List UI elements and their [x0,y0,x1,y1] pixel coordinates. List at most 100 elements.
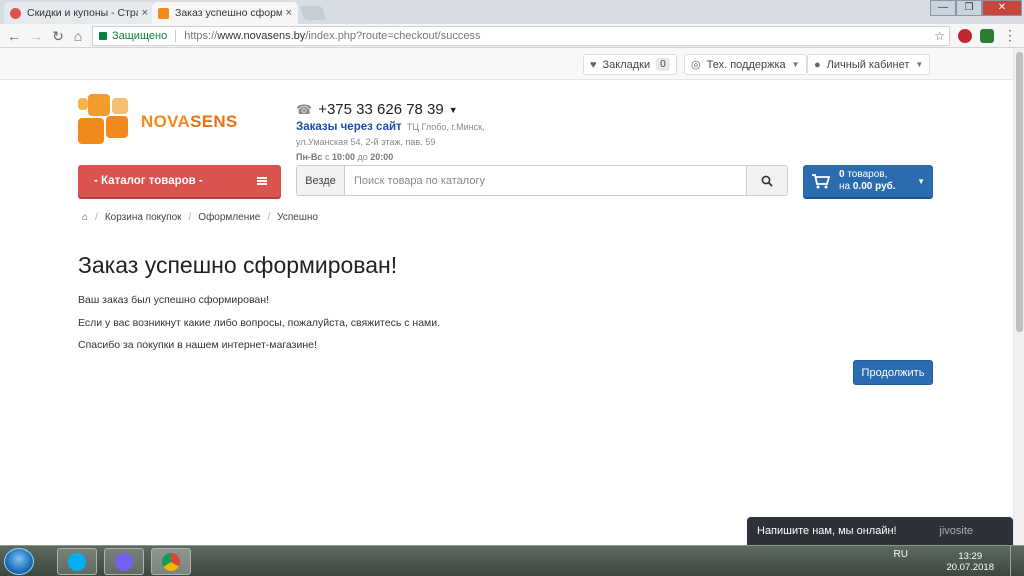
start-button[interactable] [4,548,34,575]
extension-icon[interactable] [980,29,994,43]
orders-online: Заказы через сайт ТЦ Глобо, г.Минск, [296,121,485,133]
pinterest-icon[interactable] [958,29,972,43]
continue-button[interactable]: Продолжить [853,360,933,385]
bookmarks-button[interactable]: ♥ Закладки 0 [583,54,677,75]
lock-icon [99,32,107,40]
phone-number: +375 33 626 78 39 [318,101,444,118]
cart-button[interactable]: 0 товаров, на 0.00 руб. ▼ [803,165,933,197]
logo-mark[interactable] [78,94,134,150]
home-icon[interactable]: ⌂ [82,212,88,223]
url-path: /index.php?route=checkout/success [305,30,481,42]
page-viewport: ♥ Закладки 0 ◎ Тех. поддержка ▼ ● Личный… [0,48,1013,545]
account-label: Личный кабинет [826,58,910,71]
search-button[interactable] [746,166,787,195]
cart-summary: 0 товаров, на 0.00 руб. [839,169,917,193]
viber-icon [115,552,133,571]
address-bar: ← → ↻ ⌂ Защищено https://www.novasens.by… [0,24,1024,48]
top-strip: ♥ Закладки 0 ◎ Тех. поддержка ▼ ● Личный… [0,48,1013,80]
search-icon [761,175,773,187]
heart-icon: ♥ [590,58,597,71]
url-host: www.novasens.by [217,30,306,42]
hours-to-label: до [357,152,368,162]
maximize-button[interactable]: ❐ [956,0,982,16]
tab-favicon-icon [10,7,21,19]
menu-icon[interactable]: ⋮ [1002,27,1018,43]
cart-sum: 0.00 руб. [852,181,896,192]
cart-sum-line: на 0.00 руб. [839,181,917,193]
skype-icon [68,552,86,571]
minimize-button[interactable]: — [930,0,956,16]
chevron-down-icon: ▼ [791,60,800,69]
scrollbar-thumb[interactable] [1016,52,1023,332]
hours-to: 20:00 [370,152,394,162]
hours-from-label: с [324,152,330,162]
secure-label: Защищено [112,30,168,42]
tab-coupons[interactable]: Скидки и купоны - Стра × [4,2,154,24]
search-input[interactable] [345,166,746,195]
tab-close-icon[interactable]: × [286,7,292,19]
url-scheme: https:// [184,30,218,42]
orders-label[interactable]: Заказы через сайт [296,121,402,133]
home-button[interactable]: ⌂ [70,28,86,44]
tab-close-icon[interactable]: × [142,7,148,19]
page-scrollbar[interactable] [1013,48,1024,545]
hours-days: Пн-Вс [296,152,323,162]
tab-title: Заказ успешно сформир [175,7,282,19]
support-button[interactable]: ◎ Тех. поддержка ▼ [684,54,807,75]
working-hours: Пн-Вс с 10:00 до 20:00 [296,152,393,162]
reload-button[interactable]: ↻ [50,28,66,44]
lifebuoy-icon: ◎ [691,59,701,71]
skype-taskbar-button[interactable] [57,548,97,575]
catalog-label: - Каталог товаров - [94,175,203,187]
cart-count-line: 0 товаров, [839,169,917,181]
support-label: Тех. поддержка [706,58,786,71]
search-bar: Везде [296,165,788,196]
clock-time: 13:29 [958,551,983,562]
cart-sum-prefix: на [839,181,851,192]
chat-prompt: Напишите нам, мы онлайн! [757,525,897,537]
chrome-taskbar-button[interactable] [151,548,191,575]
logo-text[interactable]: NOVASENS [141,112,238,132]
breadcrumb-success[interactable]: Успешно [277,212,318,223]
chevron-down-icon: ▼ [448,104,458,115]
forward-button[interactable]: → [28,28,44,44]
phone[interactable]: ☎ +375 33 626 78 39 ▼ [296,101,458,118]
account-button[interactable]: ● Личный кабинет ▼ [807,54,931,75]
address-line-2: ул.Уманская 54, 2-й этаж, пав. 59 [296,137,436,147]
logo-text-part: NOVA [141,112,191,131]
cart-icon [812,174,831,189]
show-desktop-button[interactable] [1010,546,1024,576]
cart-count-suffix: товаров, [847,169,888,180]
tab-order-success[interactable]: Заказ успешно сформир × [152,2,298,24]
breadcrumb-cart[interactable]: Корзина покупок [105,212,182,223]
page-title: Заказ успешно сформирован! [78,252,398,278]
chat-brand: jivosite [939,525,973,537]
logo-text-part: SENS [190,112,238,131]
breadcrumb: ⌂ / Корзина покупок / Оформление / Успеш… [82,212,318,223]
message-line-3: Спасибо за покупки в нашем интернет-мага… [78,339,317,351]
phone-icon: ☎ [296,101,313,117]
back-button[interactable]: ← [6,28,22,44]
tab-favicon-icon [158,7,169,19]
browser-tab-bar: Скидки и купоны - Стра × Заказ успешно с… [0,0,1024,24]
menu-icon [257,177,267,185]
chat-widget[interactable]: Напишите нам, мы онлайн! jivosite [747,517,1013,545]
chrome-icon [162,552,180,571]
viber-taskbar-button[interactable] [104,548,144,575]
hours-from: 10:00 [331,152,355,162]
new-tab-button[interactable] [299,6,327,20]
bookmark-star-icon[interactable]: ☆ [934,29,945,43]
chevron-down-icon: ▼ [917,176,925,186]
search-scope-select[interactable]: Везде [297,166,345,195]
catalog-button[interactable]: - Каталог товаров - [78,165,281,197]
address-line-1: ТЦ Глобо, г.Минск, [406,122,485,132]
message-line-1: Ваш заказ был успешно сформирован! [78,294,269,306]
url-input[interactable]: Защищено https://www.novasens.by/index.p… [92,26,950,46]
chevron-down-icon: ▼ [915,60,924,69]
message-line-2: Если у вас возникнут какие либо вопросы,… [78,317,441,329]
clock[interactable]: 13:29 20.07.2018 [946,551,994,573]
close-window-button[interactable]: ✕ [982,0,1022,16]
breadcrumb-checkout[interactable]: Оформление [198,212,260,223]
language-indicator[interactable]: RU [894,549,908,560]
url-text: https://www.novasens.by/index.php?route=… [184,30,480,42]
